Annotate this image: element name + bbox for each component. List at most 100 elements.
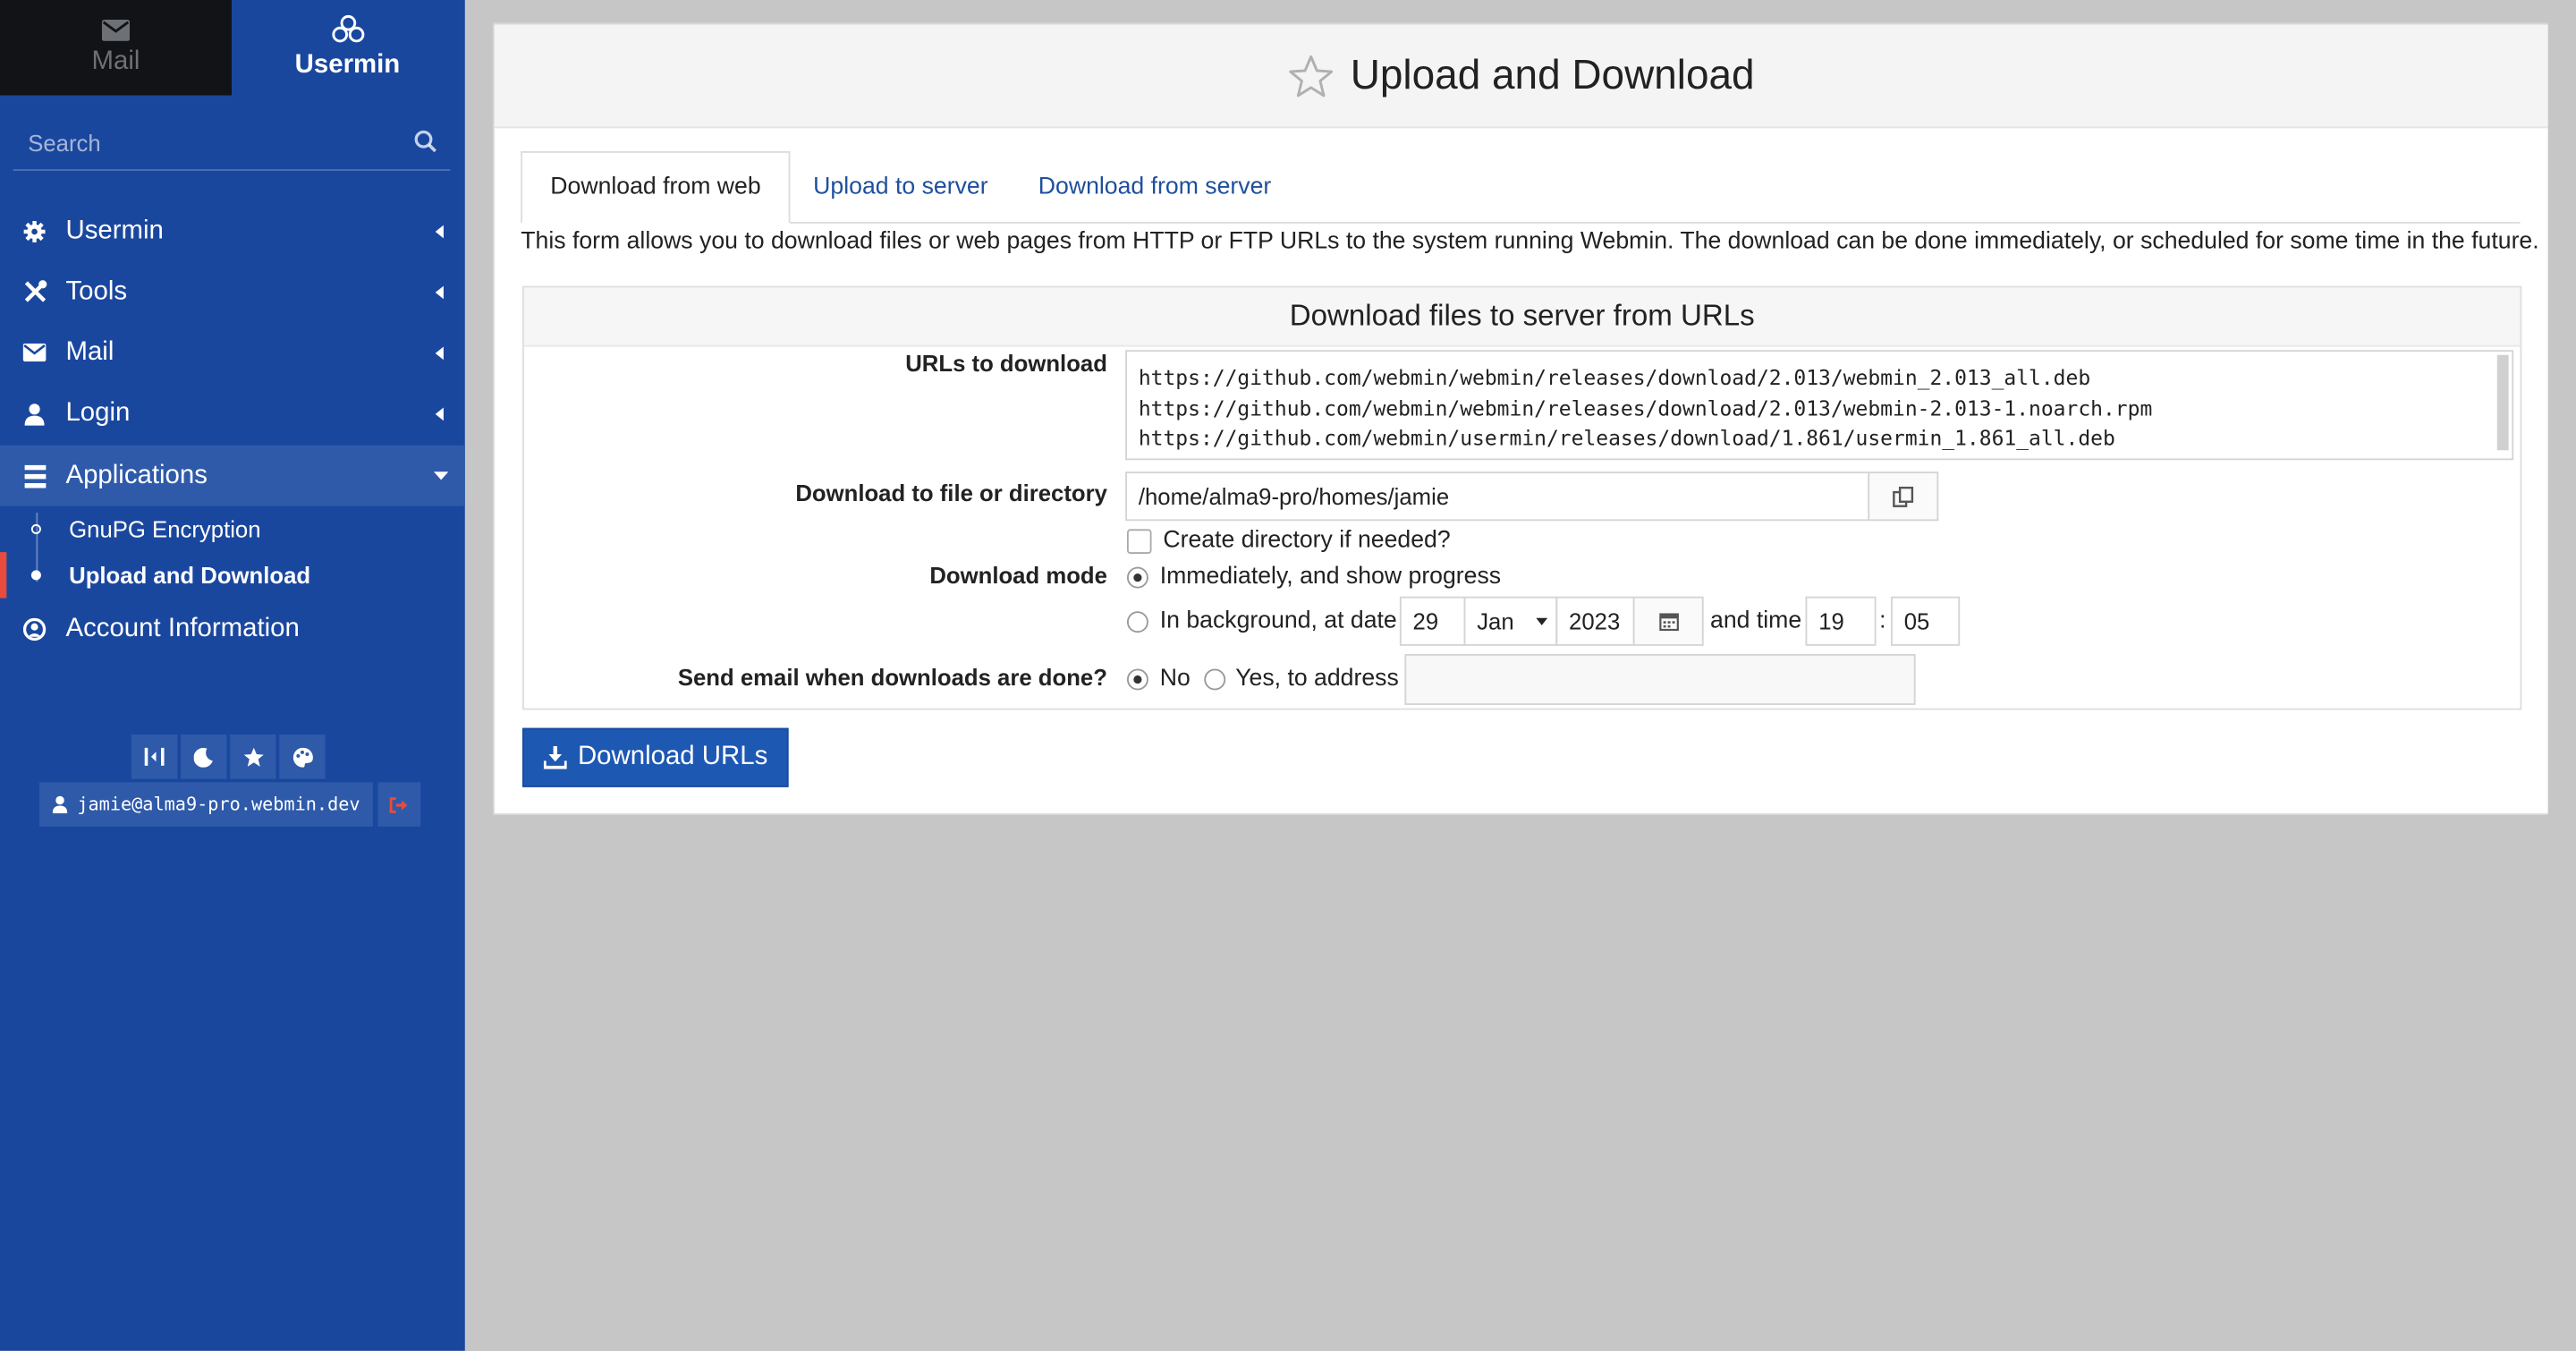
caret-down-icon xyxy=(432,471,448,480)
textarea-scrollbar[interactable] xyxy=(2496,354,2509,451)
download-icon xyxy=(543,745,567,769)
time-minute-value: 05 xyxy=(1903,608,1930,634)
email-yes-label: Yes, to address xyxy=(1235,665,1399,692)
sidebar: Mail Usermin Search Usermin Tools Mail L… xyxy=(0,0,465,1351)
tab-download-from-web[interactable]: Download from web xyxy=(521,150,791,224)
switch-mail-label: Mail xyxy=(91,47,140,75)
time-hour-value: 19 xyxy=(1818,608,1844,634)
nav-applications-label: Applications xyxy=(65,461,208,489)
download-form: Download files to server from URLs URLs … xyxy=(522,285,2522,710)
tab-upload-to-server[interactable]: Upload to server xyxy=(785,151,1016,222)
usermin-logo-icon xyxy=(331,14,364,43)
download-mode-label: Download mode xyxy=(929,562,1107,589)
create-directory-checkbox[interactable] xyxy=(1126,529,1152,554)
theme-button[interactable] xyxy=(279,735,326,779)
palette-icon xyxy=(292,746,312,767)
date-year-field[interactable]: 2023 xyxy=(1555,596,1635,646)
window-edge xyxy=(2547,0,2576,1351)
logout-button[interactable] xyxy=(377,782,421,827)
main-panel: Upload and Download Download from web Up… xyxy=(493,22,2550,816)
collapse-sidebar-button[interactable] xyxy=(131,735,178,779)
date-day-value: 29 xyxy=(1412,608,1439,634)
mode-immediate-label: Immediately, and show progress xyxy=(1159,563,1502,591)
collapse-icon xyxy=(144,747,165,766)
url-line: https://github.com/webmin/webmin/release… xyxy=(1138,364,2091,390)
sidebar-toolbar xyxy=(131,735,326,779)
subnav-gnupg-label: GnuPG Encryption xyxy=(69,515,261,543)
destination-value: /home/alma9-pro/homes/jamie xyxy=(1138,482,1450,510)
date-month-select[interactable]: Jan xyxy=(1463,596,1558,646)
nav-login-label: Login xyxy=(65,398,131,427)
form-header: Download files to server from URLs xyxy=(523,287,2521,347)
caret-left-icon xyxy=(435,406,444,421)
nav-usermin[interactable]: Usermin xyxy=(0,200,465,261)
send-email-label: Send email when downloads are done? xyxy=(677,664,1107,691)
date-year-value: 2023 xyxy=(1569,608,1621,634)
calendar-icon xyxy=(1658,613,1679,632)
envelope-icon xyxy=(101,19,131,40)
switch-usermin-label: Usermin xyxy=(294,50,401,80)
nav-tools-label: Tools xyxy=(65,276,128,305)
subnav-gnupg-encryption[interactable]: GnuPG Encryption xyxy=(0,506,465,552)
and-time-label: and time xyxy=(1710,608,1802,634)
search-input[interactable]: Search xyxy=(13,118,451,172)
time-separator: : xyxy=(1879,608,1886,634)
nav-tools[interactable]: Tools xyxy=(0,261,465,322)
caret-left-icon xyxy=(435,345,444,360)
caret-left-icon xyxy=(435,285,444,299)
nav-usermin-label: Usermin xyxy=(65,216,164,244)
chevron-down-icon xyxy=(1536,617,1548,625)
gear-icon xyxy=(23,220,46,242)
email-address-field[interactable] xyxy=(1404,654,1916,705)
mode-immediate-radio[interactable] xyxy=(1126,566,1148,589)
user-account-button[interactable]: jamie@alma9-pro.webmin.dev xyxy=(39,782,374,827)
calendar-button[interactable] xyxy=(1632,596,1704,646)
nav-account-label: Account Information xyxy=(65,614,300,642)
user-icon xyxy=(24,403,45,425)
search-placeholder: Search xyxy=(28,130,101,157)
tab-bar: Download from web Upload to server Downl… xyxy=(521,150,2521,224)
subnav-upload-and-download[interactable]: Upload and Download xyxy=(0,552,465,599)
nav-account-information[interactable]: Account Information xyxy=(0,599,465,659)
file-chooser-button[interactable] xyxy=(1868,472,1939,522)
urls-textarea[interactable]: https://github.com/webmin/webmin/release… xyxy=(1125,350,2514,461)
page-header: Upload and Download xyxy=(494,24,2548,129)
destination-label: Download to file or directory xyxy=(795,480,1107,506)
logout-icon xyxy=(390,796,408,812)
create-directory-label: Create directory if needed? xyxy=(1163,527,1451,554)
star-icon xyxy=(242,746,263,766)
user-box: jamie@alma9-pro.webmin.dev xyxy=(39,782,421,827)
page-description: This form allows you to download files o… xyxy=(521,228,2539,255)
email-no-radio[interactable] xyxy=(1126,668,1148,691)
tab-download-from-server[interactable]: Download from server xyxy=(1011,151,1300,222)
urls-label: URLs to download xyxy=(905,350,1107,377)
time-hour-field[interactable]: 19 xyxy=(1805,596,1877,646)
moon-icon xyxy=(193,747,213,767)
nav-applications[interactable]: Applications xyxy=(0,445,465,506)
switch-usermin[interactable]: Usermin xyxy=(231,0,463,96)
night-mode-button[interactable] xyxy=(181,735,227,779)
date-month-value: Jan xyxy=(1477,608,1514,634)
switch-mail[interactable]: Mail xyxy=(0,0,232,96)
search-icon[interactable] xyxy=(414,130,437,153)
mode-background-label: In background, at date xyxy=(1159,608,1397,634)
caret-left-icon xyxy=(435,224,444,238)
subnav-upload-download-label: Upload and Download xyxy=(69,562,311,589)
envelope-icon xyxy=(22,343,47,362)
email-no-label: No xyxy=(1159,665,1191,692)
email-yes-radio[interactable] xyxy=(1204,668,1226,691)
destination-field[interactable]: /home/alma9-pro/homes/jamie xyxy=(1125,472,1870,522)
mode-background-radio[interactable] xyxy=(1126,611,1148,633)
download-urls-button[interactable]: Download URLs xyxy=(522,727,789,787)
page-title: Upload and Download xyxy=(1350,51,1755,98)
nav-login[interactable]: Login xyxy=(0,383,465,444)
date-day-field[interactable]: 29 xyxy=(1399,596,1466,646)
time-minute-field[interactable]: 05 xyxy=(1891,596,1961,646)
user-email: jamie@alma9-pro.webmin.dev xyxy=(77,794,360,816)
url-line: https://github.com/webmin/webmin/release… xyxy=(1138,395,2153,421)
url-line: https://github.com/webmin/usermin/releas… xyxy=(1138,425,2115,451)
favorite-star-icon[interactable] xyxy=(1288,54,1334,98)
favorites-button[interactable] xyxy=(230,735,276,779)
nav-mail-label: Mail xyxy=(65,337,114,366)
nav-mail[interactable]: Mail xyxy=(0,322,465,383)
